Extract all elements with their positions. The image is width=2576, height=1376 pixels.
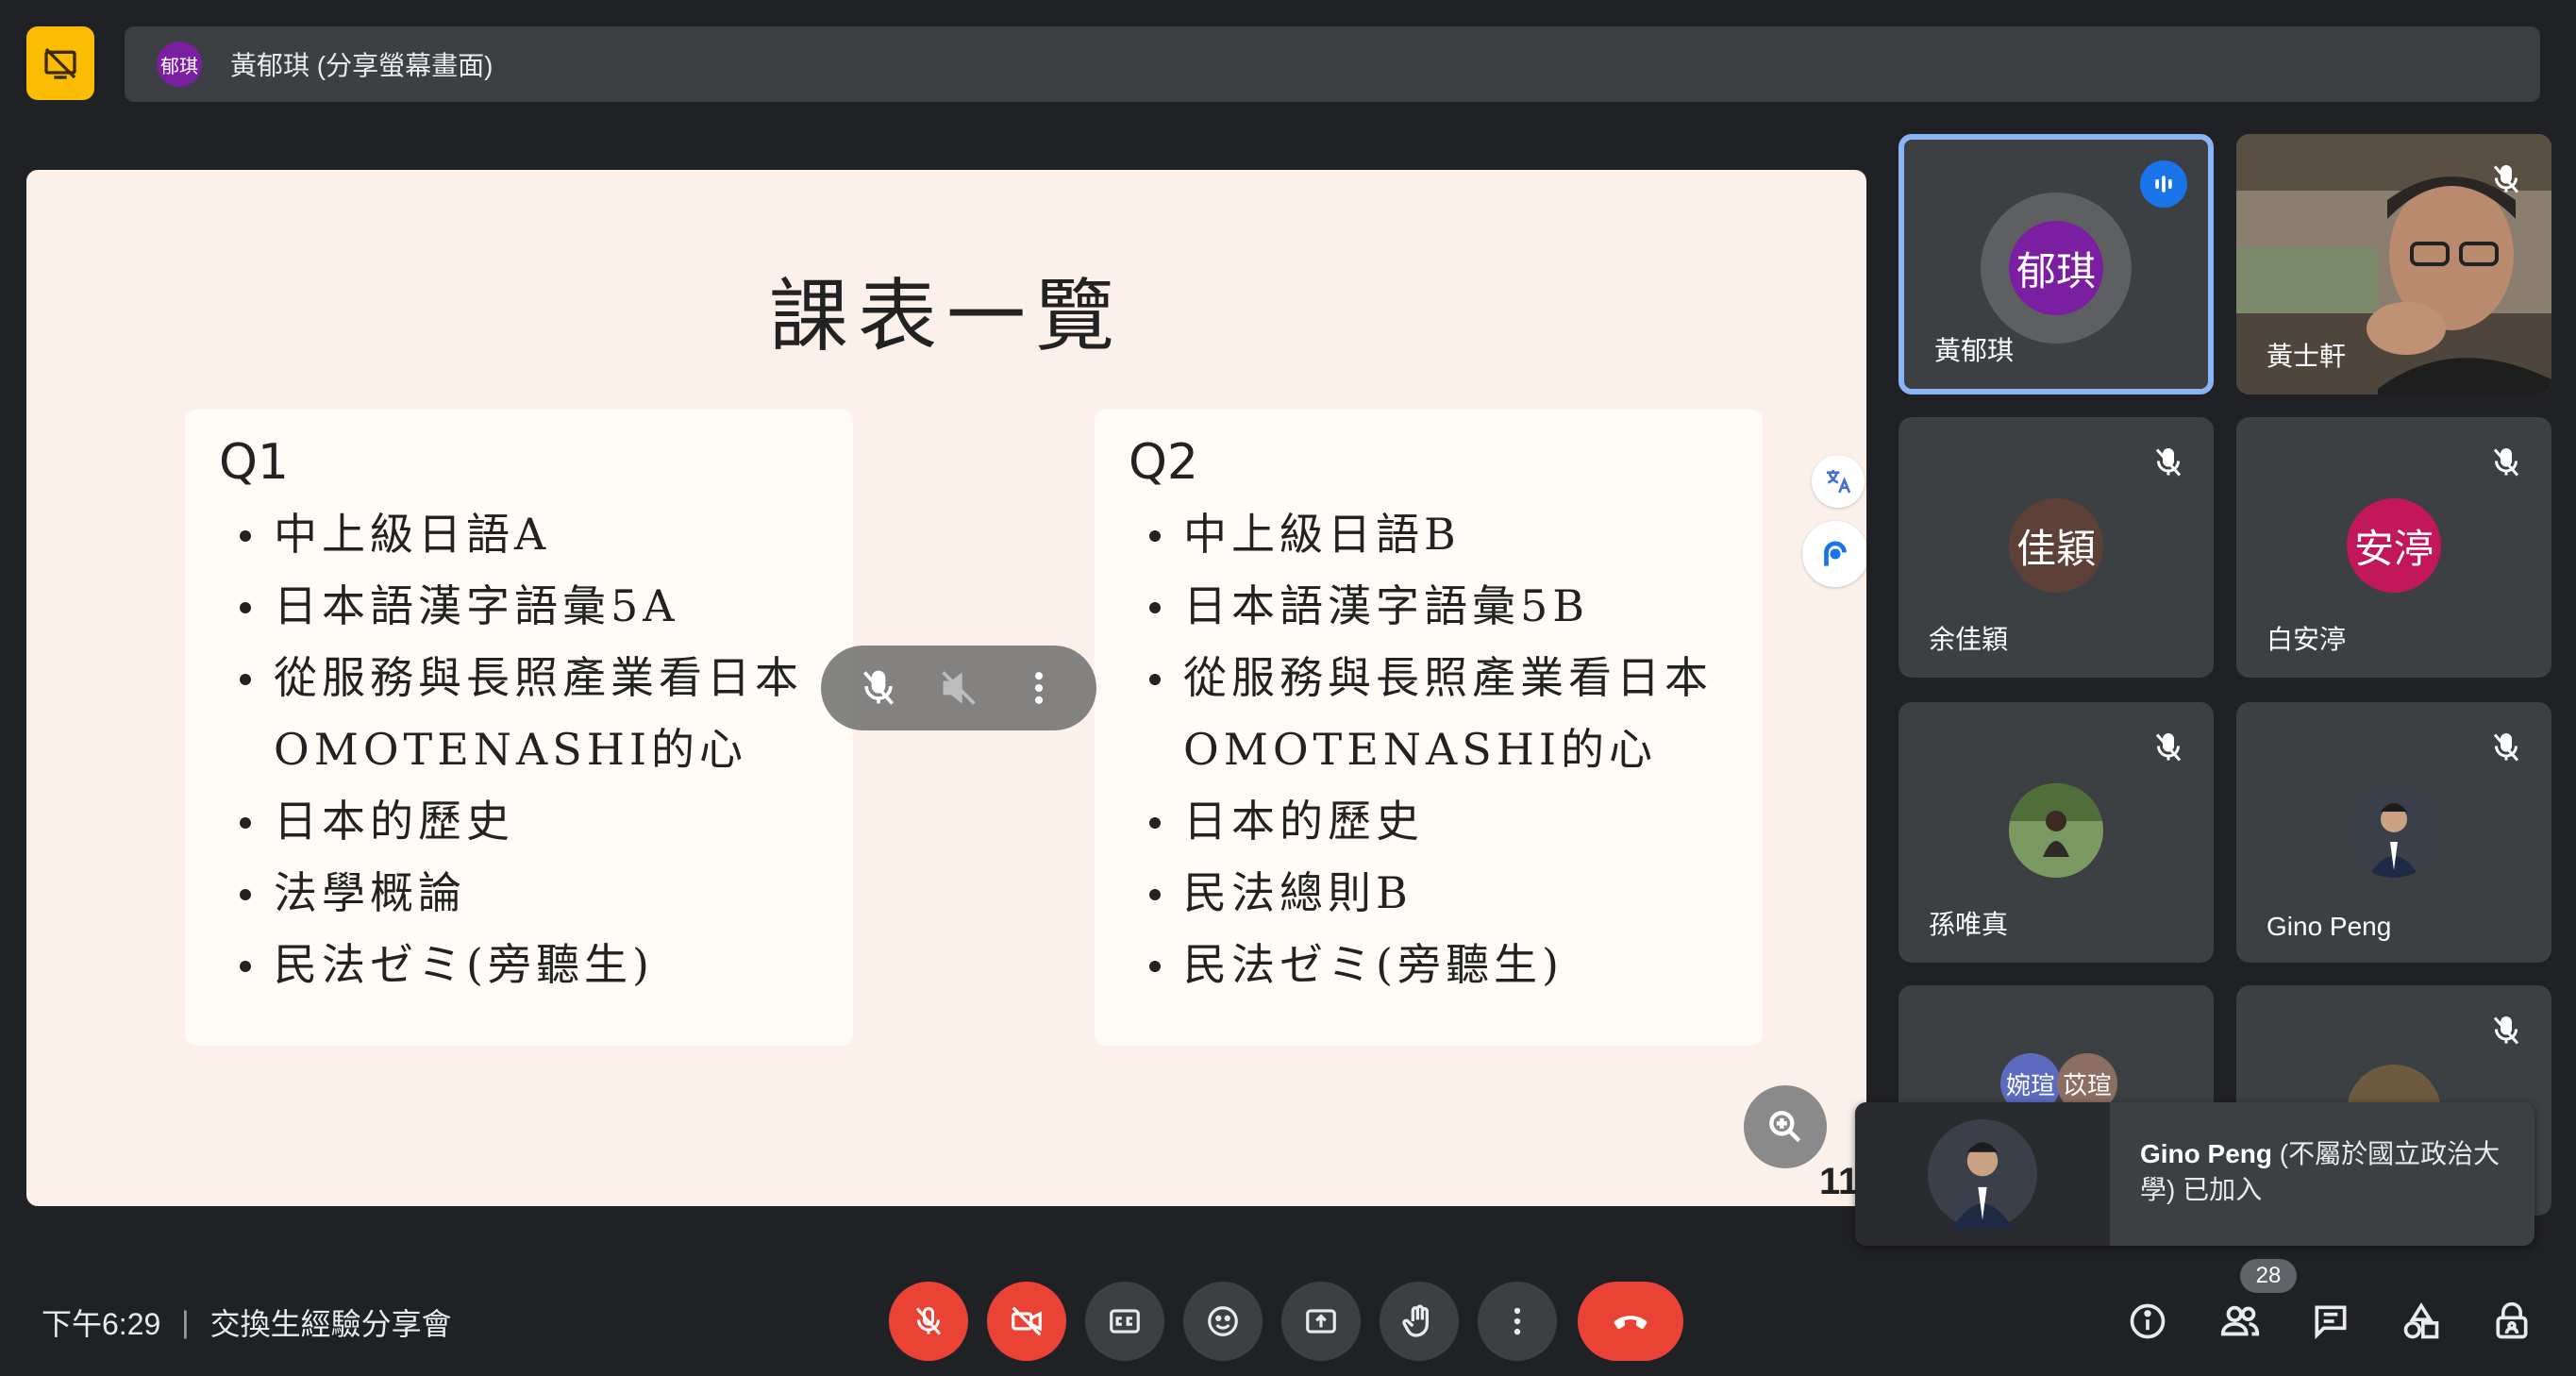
hang-up-icon [1614, 1316, 1648, 1329]
q1-title: Q1 [219, 434, 290, 491]
mic-off-icon [915, 1307, 942, 1335]
reactions-button[interactable] [1183, 1282, 1263, 1361]
participant-tile[interactable]: 孫唯真 [1899, 702, 2214, 963]
mic-off-icon [2155, 733, 2182, 762]
mic-toggle-button[interactable] [889, 1282, 968, 1361]
join-notification-text: Gino Peng (不屬於國立政治大學) 已加入 [2140, 1136, 2517, 1208]
list-item: 日本的歷史 [1149, 785, 1763, 857]
q2-course-list: 中上級日語B 日本語漢字語彙5B 從服務與長照產業看日本 OMOTENASHI的… [1129, 498, 1763, 1000]
avatar: 安渟 [2347, 498, 2441, 593]
list-item: 民法總則B [1149, 857, 1763, 929]
list-item: 民法ゼミ(旁聽生) [1149, 929, 1763, 1000]
list-item: 從服務與長照產業看日本 OMOTENASHI的心 [1149, 642, 1763, 785]
q2-card: Q2 中上級日語B 日本語漢字語彙5B 從服務與長照產業看日本 OMOTENAS… [1095, 410, 1763, 1046]
zoom-in-icon [1769, 1111, 1801, 1143]
participant-name: Gino Peng [2267, 912, 2392, 941]
avatar: 佳穎 [2009, 498, 2103, 593]
list-item: 從服務與長照產業看日本 OMOTENASHI的心 [240, 642, 853, 785]
info-icon [2130, 1303, 2166, 1339]
avatar [2009, 783, 2103, 878]
slide-page-number: 11 [1819, 1161, 1860, 1202]
join-notification[interactable]: Gino Peng (不屬於國立政治大學) 已加入 [1855, 1102, 2534, 1246]
present-icon [1306, 1309, 1336, 1334]
more-vert-icon [1514, 1307, 1521, 1335]
mic-off-icon [2155, 448, 2182, 477]
stop-presenting-button[interactable] [26, 26, 94, 100]
mic-off-icon[interactable] [858, 667, 899, 709]
mic-off-icon [2493, 165, 2519, 193]
participant-name: 黃郁琪 [1934, 336, 2015, 365]
activities-button[interactable] [2397, 1297, 2446, 1346]
list-item: 日本語漢字語彙5A [240, 570, 853, 642]
meeting-details: 下午6:29 | 交換生經驗分享會 [42, 1300, 452, 1344]
q1-card: Q1 中上級日語A 日本語漢字語彙5A 從服務與長照產業看日本 OMOTENAS… [185, 410, 853, 1046]
present-off-icon [44, 47, 76, 79]
clock: 下午6:29 [42, 1307, 161, 1341]
raise-hand-button[interactable] [1380, 1282, 1459, 1361]
leave-call-button[interactable] [1578, 1282, 1683, 1361]
divider: | [181, 1304, 190, 1339]
captions-button[interactable] [1085, 1282, 1164, 1361]
host-controls-button[interactable] [2487, 1297, 2536, 1346]
slide-title: 課表一覽 [768, 270, 1124, 362]
q1-course-list: 中上級日語A 日本語漢字語彙5A 從服務與長照產業看日本 OMOTENASHI的… [219, 498, 853, 1000]
list-item: 民法ゼミ(旁聽生) [240, 929, 853, 1000]
hand-icon [1402, 1304, 1429, 1337]
participant-name: 白安渟 [2267, 625, 2347, 654]
present-now-button[interactable] [1281, 1282, 1361, 1361]
lock-person-icon [2496, 1301, 2528, 1339]
avatar [2347, 783, 2441, 878]
participant-name: 黃士軒 [2267, 342, 2347, 371]
shared-screen: 課表一覽 Q1 中上級日語A 日本語漢字語彙5A 從服務與長照產業看日本 OMO… [26, 170, 1866, 1206]
camera-toggle-button[interactable] [987, 1282, 1066, 1361]
participant-tile[interactable]: Gino Peng [2236, 702, 2551, 963]
assistant-button[interactable] [1802, 521, 1866, 587]
camera-off-icon [1012, 1306, 1042, 1336]
joined-participant-photo [1855, 1102, 2110, 1246]
assistant-icon [1824, 541, 1847, 566]
list-item: 中上級日語B [1149, 498, 1763, 570]
presenter-avatar: 郁琪 [157, 42, 202, 87]
presentation-banner[interactable]: 郁琪 黃郁琪 (分享螢幕畫面) [125, 26, 2540, 102]
list-item: 日本的歷史 [240, 785, 853, 857]
more-options-icon[interactable] [1018, 667, 1060, 709]
participant-tile[interactable]: 黃士軒 [2236, 134, 2551, 394]
tile-overlay-controls [821, 646, 1096, 730]
meeting-details-button[interactable] [2123, 1297, 2172, 1346]
participant-name: 孫唯真 [1929, 910, 2009, 939]
volume-off-icon[interactable] [938, 667, 979, 709]
chat-icon [2315, 1305, 2347, 1340]
people-button[interactable] [2216, 1297, 2265, 1346]
presentation-banner-text: 黃郁琪 (分享螢幕畫面) [230, 51, 493, 80]
meeting-title: 交換生經驗分享會 [209, 1307, 452, 1341]
chat-button[interactable] [2306, 1297, 2355, 1346]
list-item: 日本語漢字語彙5B [1149, 570, 1763, 642]
list-item: 法學概論 [240, 857, 853, 929]
participant-tile[interactable]: 佳穎 余佳穎 [1899, 417, 2214, 678]
joined-name: Gino Peng [2140, 1139, 2272, 1168]
list-item: 中上級日語A [240, 498, 853, 570]
mic-off-icon [2493, 733, 2519, 762]
participant-count-badge: 28 [2240, 1259, 2297, 1293]
mic-off-icon [2493, 448, 2519, 477]
closed-captions-icon [1110, 1309, 1140, 1334]
participant-tile[interactable]: 安渟 白安渟 [2236, 417, 2551, 678]
translate-icon [1827, 470, 1851, 494]
participant-tile[interactable]: 郁琪 黃郁琪 [1899, 134, 2214, 394]
q2-title: Q2 [1129, 434, 1199, 491]
people-icon [2220, 1305, 2260, 1336]
zoom-button[interactable] [1744, 1085, 1827, 1168]
more-options-button[interactable] [1478, 1282, 1557, 1361]
emoji-icon [1208, 1306, 1238, 1336]
participant-name: 余佳穎 [1929, 625, 2009, 654]
shapes-icon [2403, 1302, 2439, 1339]
translate-button[interactable] [1812, 455, 1865, 508]
speaking-indicator-icon [2140, 160, 2187, 208]
mic-off-icon [2493, 1016, 2519, 1045]
avatar: 郁琪 [2009, 221, 2103, 315]
